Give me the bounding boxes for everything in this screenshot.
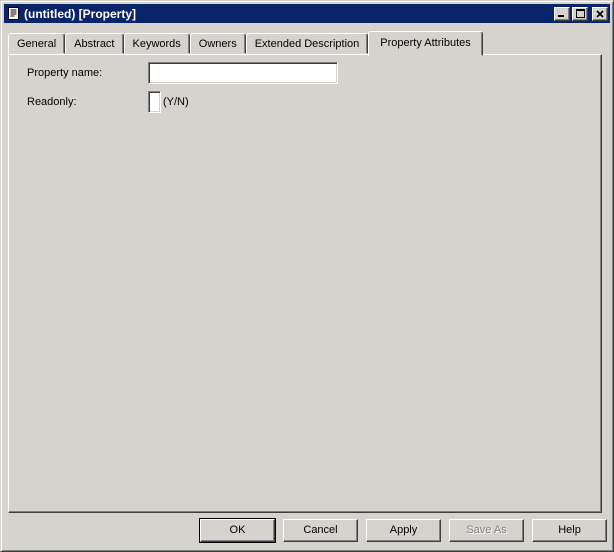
button-bar: OK Cancel Apply Save As Help xyxy=(8,519,607,542)
tab-label: Abstract xyxy=(74,37,115,50)
minimize-icon xyxy=(558,14,564,17)
tab-general[interactable]: General xyxy=(8,33,66,54)
property-name-row: Property name: xyxy=(27,62,338,84)
ok-button[interactable]: OK xyxy=(200,519,275,542)
maximize-icon xyxy=(575,9,585,18)
readonly-label: Readonly: xyxy=(27,96,77,108)
close-button[interactable] xyxy=(592,6,608,21)
tab-extended-description[interactable]: Extended Description xyxy=(245,33,369,54)
cancel-button[interactable]: Cancel xyxy=(283,519,358,542)
property-name-label: Property name: xyxy=(27,67,103,79)
property-dialog-window: (untitled) [Property] General Abstract K… xyxy=(0,0,614,552)
maximize-button[interactable] xyxy=(572,6,588,21)
tab-abstract[interactable]: Abstract xyxy=(65,33,124,54)
tab-bar: General Abstract Keywords Owners Extende… xyxy=(8,31,483,56)
readonly-yn-input[interactable] xyxy=(148,91,161,113)
readonly-yn-hint: (Y/N) xyxy=(163,96,189,108)
tab-content-panel: Property name: Readonly: (Y/N) xyxy=(8,54,602,513)
tab-label: Owners xyxy=(198,37,237,50)
tab-label: General xyxy=(17,37,57,50)
tab-owners[interactable]: Owners xyxy=(189,33,246,54)
save-as-button: Save As xyxy=(449,519,524,542)
window-controls xyxy=(554,6,608,21)
tab-property-attributes[interactable]: Property Attributes xyxy=(368,31,483,56)
property-name-input[interactable] xyxy=(148,62,338,84)
titlebar[interactable]: (untitled) [Property] xyxy=(4,4,610,23)
apply-button[interactable]: Apply xyxy=(366,519,441,542)
minimize-button[interactable] xyxy=(554,6,570,21)
tab-label: Extended Description xyxy=(254,37,360,50)
help-button[interactable]: Help xyxy=(532,519,607,542)
tab-label: Property Attributes xyxy=(380,36,471,49)
readonly-row: Readonly: (Y/N) xyxy=(27,91,189,113)
window-title: (untitled) [Property] xyxy=(24,6,136,21)
close-icon xyxy=(596,9,604,18)
tab-label: Keywords xyxy=(132,37,181,50)
property-sheet-document-icon xyxy=(8,7,19,20)
tab-keywords[interactable]: Keywords xyxy=(123,33,190,54)
